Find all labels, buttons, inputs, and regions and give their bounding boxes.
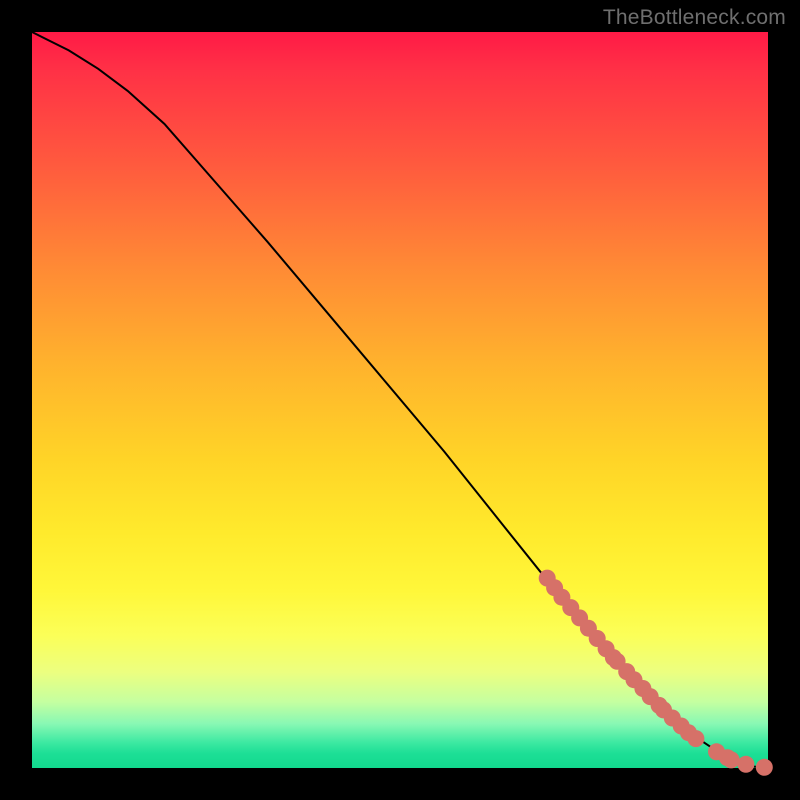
chart-frame: TheBottleneck.com: [0, 0, 800, 800]
scatter-points-group: [539, 570, 773, 776]
scatter-point: [723, 751, 740, 768]
curve-line: [32, 32, 768, 768]
scatter-point: [756, 759, 773, 776]
scatter-point: [737, 756, 754, 773]
chart-svg: [32, 32, 768, 768]
plot-area: [32, 32, 768, 768]
scatter-point: [687, 730, 704, 747]
attribution-text: TheBottleneck.com: [603, 6, 786, 30]
